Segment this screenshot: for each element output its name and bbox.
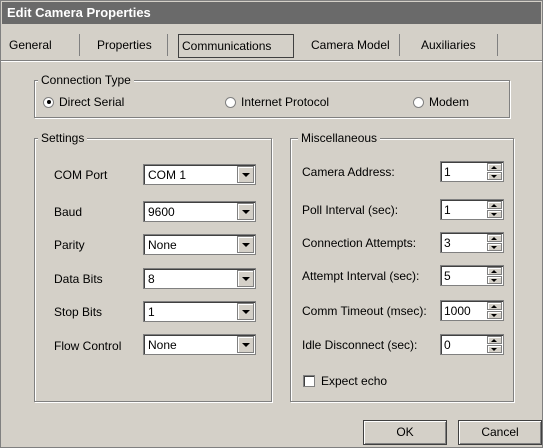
idle-disconnect-value: 0 bbox=[444, 338, 451, 352]
radio-unchecked-icon bbox=[225, 96, 236, 108]
com-port-label: COM Port bbox=[54, 168, 108, 182]
baud-value: 9600 bbox=[148, 205, 175, 219]
settings-legend: Settings bbox=[38, 131, 88, 145]
direct-serial-radio[interactable]: Direct Serial bbox=[43, 95, 124, 109]
camera-address-value: 1 bbox=[444, 165, 451, 179]
poll-interval-label: Poll Interval (sec): bbox=[302, 203, 399, 217]
chevron-down-icon[interactable] bbox=[237, 303, 254, 320]
expect-echo-checkbox[interactable]: Expect echo bbox=[303, 374, 387, 388]
chevron-down-icon[interactable] bbox=[237, 270, 254, 287]
parity-select[interactable]: None bbox=[143, 234, 256, 255]
parity-value: None bbox=[148, 238, 177, 252]
stop-bits-value: 1 bbox=[148, 305, 155, 319]
poll-interval-spinner[interactable]: 1 bbox=[440, 199, 504, 220]
attempt-interval-spinner[interactable]: 5 bbox=[440, 265, 504, 286]
baud-label: Baud bbox=[54, 205, 83, 219]
stop-bits-label: Stop Bits bbox=[54, 305, 103, 319]
tab-strip: General Properties Communications Camera… bbox=[1, 29, 542, 61]
camera-address-label: Camera Address: bbox=[302, 165, 395, 179]
miscellaneous-legend: Miscellaneous bbox=[298, 131, 381, 145]
flow-control-select[interactable]: None bbox=[143, 334, 256, 355]
internet-protocol-label: Internet Protocol bbox=[241, 95, 330, 109]
window-title: Edit Camera Properties bbox=[2, 2, 541, 24]
data-bits-select[interactable]: 8 bbox=[143, 268, 256, 289]
tab-properties[interactable]: Properties bbox=[97, 34, 168, 56]
connection-type-legend: Connection Type bbox=[38, 73, 134, 87]
spin-up-icon[interactable] bbox=[487, 302, 502, 310]
tab-camera-model[interactable]: Camera Model bbox=[311, 34, 400, 56]
radio-unchecked-icon bbox=[413, 96, 424, 108]
com-port-select[interactable]: COM 1 bbox=[143, 164, 256, 185]
spin-up-icon[interactable] bbox=[487, 163, 502, 171]
tab-auxiliaries[interactable]: Auxiliaries bbox=[421, 34, 498, 56]
connection-attempts-spinner[interactable]: 3 bbox=[440, 232, 504, 253]
direct-serial-label: Direct Serial bbox=[59, 95, 125, 109]
com-port-value: COM 1 bbox=[148, 168, 187, 182]
internet-protocol-radio[interactable]: Internet Protocol bbox=[225, 95, 329, 109]
settings-group: Settings COM Port COM 1 Baud 9600 Parity… bbox=[34, 131, 272, 402]
stop-bits-select[interactable]: 1 bbox=[143, 301, 256, 322]
data-bits-value: 8 bbox=[148, 272, 155, 286]
spin-up-icon[interactable] bbox=[487, 267, 502, 275]
comm-timeout-value: 1000 bbox=[444, 304, 471, 318]
tab-general[interactable]: General bbox=[9, 34, 80, 56]
spin-up-icon[interactable] bbox=[487, 201, 502, 209]
data-bits-label: Data Bits bbox=[54, 272, 103, 286]
modem-label: Modem bbox=[429, 95, 470, 109]
spin-up-icon[interactable] bbox=[487, 336, 502, 344]
idle-disconnect-label: Idle Disconnect (sec): bbox=[302, 338, 418, 352]
spin-down-icon[interactable] bbox=[487, 210, 502, 218]
flow-control-value: None bbox=[148, 338, 177, 352]
checkbox-unchecked-icon bbox=[303, 375, 315, 387]
modem-radio[interactable]: Modem bbox=[413, 95, 469, 109]
miscellaneous-group: Miscellaneous Camera Address: 1 Poll Int… bbox=[290, 131, 514, 402]
spin-up-icon[interactable] bbox=[487, 234, 502, 242]
connection-attempts-label: Connection Attempts: bbox=[302, 236, 417, 250]
spin-down-icon[interactable] bbox=[487, 172, 502, 180]
chevron-down-icon[interactable] bbox=[237, 166, 254, 183]
chevron-down-icon[interactable] bbox=[237, 236, 254, 253]
comm-timeout-label: Comm Timeout (msec): bbox=[302, 304, 427, 318]
attempt-interval-value: 5 bbox=[444, 269, 451, 283]
expect-echo-label: Expect echo bbox=[321, 374, 388, 388]
ok-button[interactable]: OK bbox=[363, 420, 447, 445]
idle-disconnect-spinner[interactable]: 0 bbox=[440, 334, 504, 355]
poll-interval-value: 1 bbox=[444, 203, 451, 217]
connection-type-group: Connection Type Direct Serial Internet P… bbox=[34, 73, 510, 118]
parity-label: Parity bbox=[54, 238, 85, 252]
radio-checked-icon bbox=[43, 96, 54, 108]
comm-timeout-spinner[interactable]: 1000 bbox=[440, 300, 504, 321]
spin-down-icon[interactable] bbox=[487, 311, 502, 319]
baud-select[interactable]: 9600 bbox=[143, 201, 256, 222]
camera-address-spinner[interactable]: 1 bbox=[440, 161, 504, 182]
spin-down-icon[interactable] bbox=[487, 243, 502, 251]
spin-down-icon[interactable] bbox=[487, 345, 502, 353]
flow-control-label: Flow Control bbox=[54, 339, 122, 353]
connection-attempts-value: 3 bbox=[444, 236, 451, 250]
chevron-down-icon[interactable] bbox=[237, 203, 254, 220]
spin-down-icon[interactable] bbox=[487, 276, 502, 284]
chevron-down-icon[interactable] bbox=[237, 336, 254, 353]
edit-camera-properties-dialog: Edit Camera Properties General Propertie… bbox=[0, 0, 543, 448]
attempt-interval-label: Attempt Interval (sec): bbox=[302, 269, 420, 283]
tab-communications[interactable]: Communications bbox=[178, 34, 294, 58]
cancel-button[interactable]: Cancel bbox=[458, 420, 542, 445]
